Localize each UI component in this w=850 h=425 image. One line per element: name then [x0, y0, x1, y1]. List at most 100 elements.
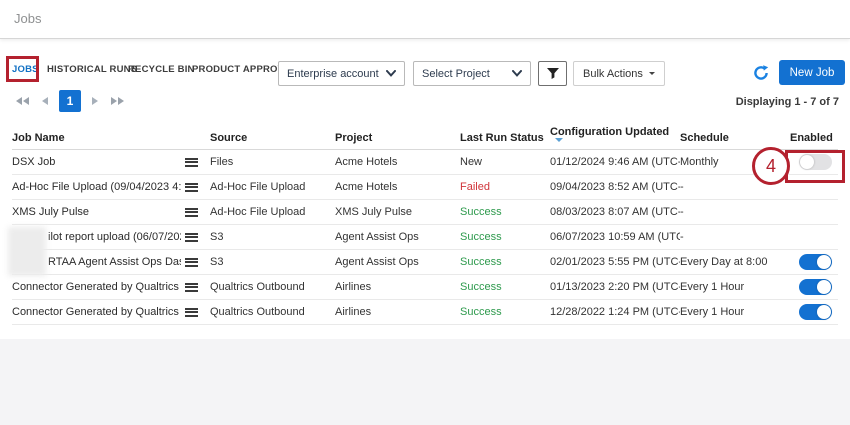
pagination: 1	[14, 90, 135, 112]
enabled-toggle[interactable]	[799, 154, 832, 170]
bulk-actions-button[interactable]: Bulk Actions	[573, 61, 665, 86]
schedule-cell: -	[680, 231, 790, 243]
last-run-status-cell: New	[460, 156, 550, 168]
account-select[interactable]: Enterprise account	[278, 61, 405, 86]
row-menu-icon[interactable]	[185, 258, 198, 267]
last-run-status-cell: Success	[460, 231, 550, 243]
schedule-cell: Every 1 Hour	[680, 306, 790, 318]
source-cell: Qualtrics Outbound	[210, 281, 335, 293]
enabled-cell	[790, 279, 838, 295]
schedule-cell: Every Day at 8:00	[680, 256, 790, 268]
row-menu-icon[interactable]	[185, 308, 198, 317]
new-job-button[interactable]: New Job	[779, 60, 845, 85]
last-run-status-cell: Success	[460, 256, 550, 268]
toggle-knob	[800, 155, 814, 169]
project-cell: Agent Assist Ops	[335, 231, 460, 243]
schedule-cell: Every 1 Hour	[680, 281, 790, 293]
enabled-toggle[interactable]	[799, 254, 832, 270]
job-name-text[interactable]: XMS July Pulse	[12, 206, 181, 218]
source-cell: S3	[210, 256, 335, 268]
chevron-down-icon	[512, 70, 522, 77]
table-row: DSX Job Files Acme Hotels New 01/12/2024…	[12, 150, 838, 175]
project-select[interactable]: Select Project	[413, 61, 531, 86]
page-number-button[interactable]: 1	[59, 90, 81, 112]
last-run-status-cell: Success	[460, 281, 550, 293]
project-cell: Agent Assist Ops	[335, 256, 460, 268]
bulk-actions-label: Bulk Actions	[583, 68, 643, 80]
enabled-cell	[790, 254, 838, 270]
next-page-icon[interactable]	[90, 93, 100, 109]
job-name-text[interactable]: Ad-Hoc File Upload (09/04/2023 4:51 PM .…	[12, 181, 181, 193]
enabled-toggle[interactable]	[799, 304, 832, 320]
top-bar: Jobs	[0, 0, 850, 39]
tab-historical-runs[interactable]: HISTORICAL RUNS	[47, 64, 137, 80]
job-name-cell: Connector Generated by Qualtrics XM Dis.…	[12, 281, 210, 293]
sort-descending-icon	[555, 138, 563, 146]
funnel-icon	[546, 67, 560, 80]
enabled-toggle[interactable]	[799, 279, 832, 295]
configuration-updated-cell: 09/04/2023 8:52 AM (UTC-0...	[550, 181, 680, 193]
last-run-status-cell: Failed	[460, 181, 550, 193]
jobs-page: Jobs JOBS HISTORICAL RUNS RECYCLE BIN PR…	[0, 0, 850, 425]
job-name-cell: Connector Generated by Qualtrics XM Dis.…	[12, 306, 210, 318]
enabled-cell	[790, 154, 838, 170]
redacted-text-blur	[8, 227, 46, 276]
page-title: Jobs	[14, 11, 41, 26]
job-name-text[interactable]: Connector Generated by Qualtrics XM Dis.…	[12, 281, 181, 293]
table-row: RTAA Agent Assist Ops Dashbo... S3 Agent…	[12, 250, 838, 275]
column-header-enabled[interactable]: Enabled	[790, 132, 841, 144]
job-name-cell: Ad-Hoc File Upload (09/04/2023 4:51 PM .…	[12, 181, 210, 193]
table-body: DSX Job Files Acme Hotels New 01/12/2024…	[12, 150, 838, 325]
project-cell: Airlines	[335, 306, 460, 318]
table-row: Connector Generated by Qualtrics XM Dis.…	[12, 300, 838, 325]
row-menu-icon[interactable]	[185, 183, 198, 192]
last-run-status-cell: Success	[460, 306, 550, 318]
configuration-updated-cell: 01/12/2024 9:46 AM (UTC-0...	[550, 156, 680, 168]
row-menu-icon[interactable]	[185, 158, 198, 167]
column-header-job-name[interactable]: Job Name	[12, 132, 210, 144]
configuration-updated-cell: 06/07/2023 10:59 AM (UTC-...	[550, 231, 680, 243]
source-cell: S3	[210, 231, 335, 243]
tab-jobs[interactable]: JOBS	[12, 64, 39, 82]
table-header: Job Name Source Project Last Run Status …	[12, 126, 838, 150]
page-background	[0, 339, 850, 425]
column-header-schedule[interactable]: Schedule	[680, 132, 790, 144]
table-row: Ad-Hoc File Upload (09/04/2023 4:51 PM .…	[12, 175, 838, 200]
table-row: XMS July Pulse Ad-Hoc File Upload XMS Ju…	[12, 200, 838, 225]
schedule-cell: -	[680, 206, 790, 218]
job-name-cell: DSX Job	[12, 156, 210, 168]
schedule-cell: Monthly	[680, 156, 790, 168]
row-menu-icon[interactable]	[185, 283, 198, 292]
project-cell: Acme Hotels	[335, 181, 460, 193]
configuration-updated-cell: 12/28/2022 1:24 PM (UTC-0...	[550, 306, 680, 318]
column-header-source[interactable]: Source	[210, 132, 335, 144]
first-page-icon[interactable]	[14, 93, 31, 109]
configuration-updated-cell: 08/03/2023 8:07 AM (UTC-0...	[550, 206, 680, 218]
tab-recycle-bin[interactable]: RECYCLE BIN	[128, 64, 195, 80]
table-row: ilot report upload (06/07/2023 1:... S3 …	[12, 225, 838, 250]
job-name-text[interactable]: DSX Job	[12, 156, 181, 168]
toggle-knob	[817, 305, 831, 319]
toggle-knob	[817, 280, 831, 294]
column-header-project[interactable]: Project	[335, 132, 460, 144]
column-header-configuration-updated[interactable]: Configuration Updated	[550, 126, 680, 150]
table-row: Connector Generated by Qualtrics XM Dis.…	[12, 275, 838, 300]
last-run-status-cell: Success	[460, 206, 550, 218]
configuration-updated-cell: 01/13/2023 2:20 PM (UTC-0...	[550, 281, 680, 293]
toggle-knob	[817, 255, 831, 269]
filter-button[interactable]	[538, 61, 567, 86]
source-cell: Ad-Hoc File Upload	[210, 206, 335, 218]
refresh-icon	[752, 64, 770, 82]
previous-page-icon[interactable]	[40, 93, 50, 109]
source-cell: Files	[210, 156, 335, 168]
row-menu-icon[interactable]	[185, 233, 198, 242]
last-page-icon[interactable]	[109, 93, 126, 109]
account-select-value: Enterprise account	[287, 68, 379, 80]
job-name-text[interactable]: Connector Generated by Qualtrics XM Dis.…	[12, 306, 181, 318]
row-menu-icon[interactable]	[185, 208, 198, 217]
refresh-button[interactable]	[752, 64, 770, 82]
column-header-last-run-status[interactable]: Last Run Status	[460, 132, 550, 144]
source-cell: Ad-Hoc File Upload	[210, 181, 335, 193]
schedule-cell: -	[680, 181, 790, 193]
chevron-down-icon	[386, 70, 396, 77]
